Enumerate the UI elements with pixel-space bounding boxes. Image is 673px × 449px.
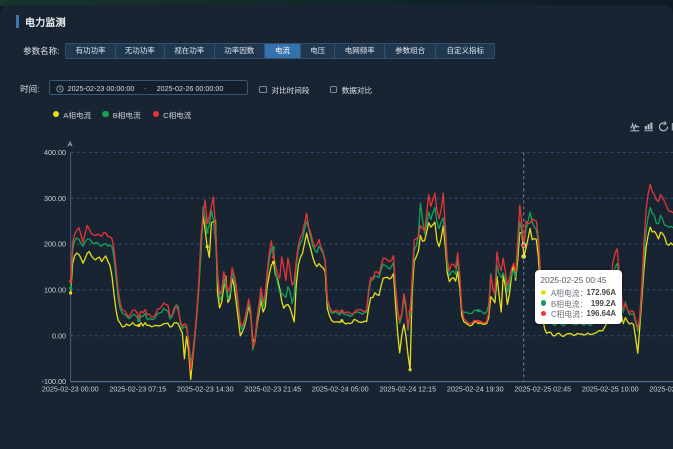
- svg-text:2025-02-25 17:15: 2025-02-25 17:15: [649, 385, 673, 394]
- svg-text:2025-02-24 19:30: 2025-02-24 19:30: [447, 385, 504, 394]
- svg-text:2025-02-25 10:00: 2025-02-25 10:00: [582, 385, 639, 394]
- svg-text:2025-02-24 05:00: 2025-02-24 05:00: [312, 385, 369, 394]
- svg-text:200.00: 200.00: [44, 240, 66, 249]
- svg-text:0.00: 0.00: [52, 331, 66, 340]
- svg-text:2025-02-25 02:45: 2025-02-25 02:45: [514, 385, 571, 394]
- svg-text:2025-02-23 07:15: 2025-02-23 07:15: [109, 385, 166, 394]
- svg-text:300.00: 300.00: [44, 194, 66, 203]
- svg-text:2025-02-24 12:15: 2025-02-24 12:15: [379, 385, 436, 394]
- svg-text:100.00: 100.00: [44, 285, 66, 294]
- svg-text:400.00: 400.00: [44, 148, 66, 157]
- svg-text:2025-02-23 21:45: 2025-02-23 21:45: [244, 385, 301, 394]
- svg-text:2025-02-23 14:30: 2025-02-23 14:30: [177, 385, 234, 394]
- svg-text:A: A: [68, 140, 73, 149]
- svg-text:2025-02-23 00:00: 2025-02-23 00:00: [42, 385, 99, 394]
